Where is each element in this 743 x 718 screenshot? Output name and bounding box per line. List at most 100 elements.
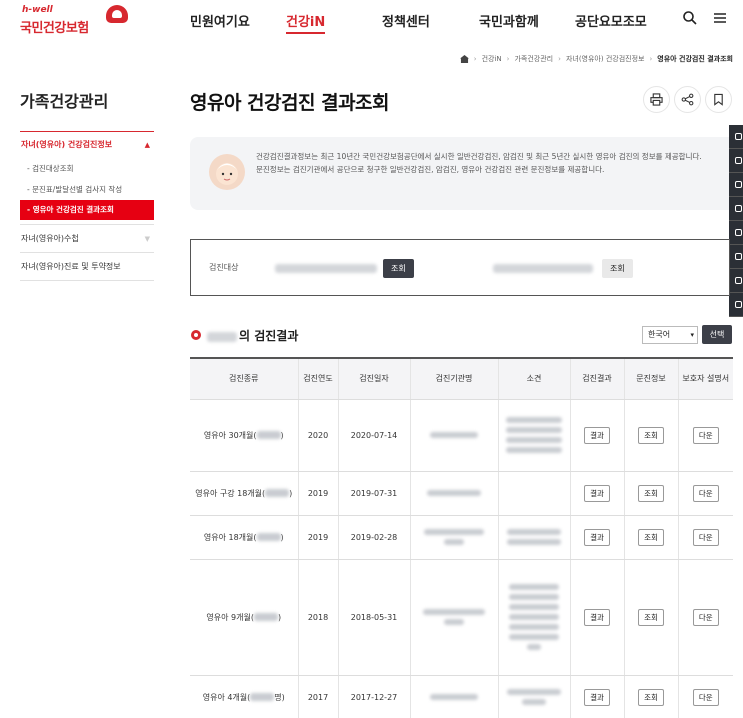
cell-year: 2019: [297, 471, 338, 516]
breadcrumb-separator: ›: [649, 55, 653, 63]
cell-type: 영유아 9개월(): [190, 559, 298, 676]
sidebar-item-label: 자녀(영유아) 건강검진정보: [21, 140, 113, 149]
target-1-lookup-button[interactable]: 조회: [383, 259, 414, 278]
page-title: 영유아 건강검진 결과조회: [190, 92, 390, 114]
survey-button[interactable]: 조회: [638, 484, 664, 502]
quick-lock-icon: [734, 229, 742, 236]
cell-result: 결과: [569, 559, 624, 676]
logo-mark-icon: [106, 5, 128, 23]
cell-guide: 다운: [677, 471, 733, 516]
quick-menu-item[interactable]: [729, 149, 743, 173]
download-button[interactable]: 다운: [692, 484, 719, 502]
cell-opinion: [497, 471, 570, 516]
sidebar-item-label: 자녀(영유아)수첩: [21, 234, 79, 243]
survey-button[interactable]: 조회: [638, 608, 664, 626]
target-2-lookup-button[interactable]: 조회: [602, 259, 633, 278]
cell-type: 영유아 30개월(): [190, 399, 298, 472]
cell-survey: 조회: [623, 399, 678, 472]
redacted-child-name: [207, 331, 237, 342]
download-button[interactable]: 다운: [692, 528, 719, 546]
download-button[interactable]: 다운: [692, 688, 719, 706]
result-button[interactable]: 결과: [584, 528, 610, 546]
share-button[interactable]: [674, 86, 701, 113]
table-row: 영유아 30개월() 2020 2020-07-14 결과 조회 다운: [190, 399, 733, 472]
sidebar-subitem-questionnaire[interactable]: - 문진표/발달선별 검사지 작성: [20, 179, 154, 200]
bookmark-icon: [714, 93, 723, 106]
language-select[interactable]: 한국어 ▾: [642, 326, 698, 344]
quick-chat-icon: [734, 301, 742, 308]
quick-menu-item[interactable]: [729, 197, 743, 221]
survey-button[interactable]: 조회: [638, 528, 664, 546]
breadcrumb-item[interactable]: 건강iN: [482, 54, 502, 64]
cell-result: 결과: [569, 471, 624, 516]
result-button[interactable]: 결과: [584, 426, 610, 444]
col-header: 소견: [497, 357, 570, 400]
info-notice: 건강검진결과정보는 최근 10년간 국민건강보험공단에서 실시한 일반건강검진,…: [190, 137, 743, 210]
survey-button[interactable]: 조회: [638, 426, 664, 444]
site-logo[interactable]: h-well 국민건강보험: [20, 5, 128, 36]
cell-date: 2017-12-27: [337, 675, 410, 718]
sidebar-menu: 자녀(영유아) 건강검진정보 ▲ - 검진대상조회 - 문진표/발달선별 검사지…: [20, 132, 154, 281]
result-button[interactable]: 결과: [584, 484, 610, 502]
cell-year: 2019: [297, 515, 338, 560]
col-header: 보호자 설명서: [677, 357, 733, 400]
breadcrumb-item[interactable]: 자녀(영유아) 건강검진정보: [566, 54, 645, 64]
menu-icon[interactable]: [712, 10, 728, 26]
cell-clinic: [409, 515, 498, 560]
cell-opinion: [497, 675, 570, 718]
sidebar-item-child-checkup[interactable]: 자녀(영유아) 건강검진정보 ▲: [20, 132, 154, 158]
redacted-target-2: [493, 264, 593, 273]
cell-guide: 다운: [677, 675, 733, 718]
col-header: 검진기관명: [409, 357, 498, 400]
result-title: 의 검진결과: [207, 327, 298, 344]
cell-result: 결과: [569, 515, 624, 560]
col-header: 검진일자: [337, 357, 410, 400]
info-text: 건강검진결과정보는 최근 10년간 국민건강보험공단에서 실시한 일반건강검진,…: [256, 150, 726, 176]
sidebar-subitem-result-lookup[interactable]: - 영유아 건강검진 결과조회: [20, 200, 154, 220]
cell-date: 2019-07-31: [337, 471, 410, 516]
quick-doc-icon: [734, 157, 742, 164]
survey-button[interactable]: 조회: [638, 688, 664, 706]
table-row: 영유아 4개월(명) 2017 2017-12-27 결과 조회 다운: [190, 675, 733, 718]
download-button[interactable]: 다운: [692, 426, 719, 444]
info-line: 건강검진결과정보는 최근 10년간 국민건강보험공단에서 실시한 일반건강검진,…: [256, 152, 702, 161]
quick-list-icon: [734, 253, 742, 260]
cell-clinic: [409, 675, 498, 718]
cell-result: 결과: [569, 675, 624, 718]
quick-menu-item[interactable]: [729, 245, 743, 269]
quick-menu-item[interactable]: [729, 125, 743, 149]
nav-item-minwon[interactable]: 민원여기요: [190, 11, 250, 30]
quick-print-icon: [734, 277, 742, 284]
nav-item-policy[interactable]: 정책센터: [382, 11, 430, 30]
breadcrumb-current: 영유아 건강검진 결과조회: [657, 55, 733, 63]
quick-menu-item[interactable]: [729, 173, 743, 197]
breadcrumb-separator: ›: [506, 55, 510, 63]
search-icon[interactable]: [682, 10, 698, 26]
result-button[interactable]: 결과: [584, 608, 610, 626]
col-header: 검진연도: [297, 357, 338, 400]
quick-menu-item[interactable]: [729, 221, 743, 245]
nav-item-together[interactable]: 국민과함께: [479, 11, 539, 30]
sidebar-item-child-treatment[interactable]: 자녀(영유아)진료 및 투약정보: [20, 253, 154, 281]
quick-menu-item[interactable]: [729, 269, 743, 293]
chevron-down-icon: ▼: [144, 235, 150, 243]
cell-type: 영유아 4개월(명): [190, 675, 298, 718]
download-button[interactable]: 다운: [692, 608, 719, 626]
result-button[interactable]: 결과: [584, 688, 610, 706]
home-icon[interactable]: [459, 55, 469, 63]
breadcrumb-item[interactable]: 가족건강관리: [514, 54, 553, 64]
print-button[interactable]: [643, 86, 670, 113]
quick-monitor-icon: [734, 181, 742, 188]
language-select-button[interactable]: 선택: [702, 325, 732, 344]
nav-item-health-in[interactable]: 건강iN: [286, 11, 326, 34]
sidebar-item-child-handbook[interactable]: 자녀(영유아)수첩 ▼: [20, 225, 154, 253]
sidebar-subitem-target-lookup[interactable]: - 검진대상조회: [20, 158, 154, 179]
chevron-down-icon: ▾: [690, 331, 694, 339]
nav-item-about[interactable]: 공단요모조모: [575, 11, 647, 30]
checkup-results-table: 검진종류 검진연도 검진일자 검진기관명 소견 검진결과 문진정보 보호자 설명…: [190, 357, 733, 718]
breadcrumb-separator: ›: [558, 55, 561, 63]
quick-menu-item[interactable]: [729, 293, 743, 317]
cell-survey: 조회: [623, 559, 678, 676]
bookmark-button[interactable]: [705, 86, 732, 113]
cell-opinion: [497, 515, 570, 560]
